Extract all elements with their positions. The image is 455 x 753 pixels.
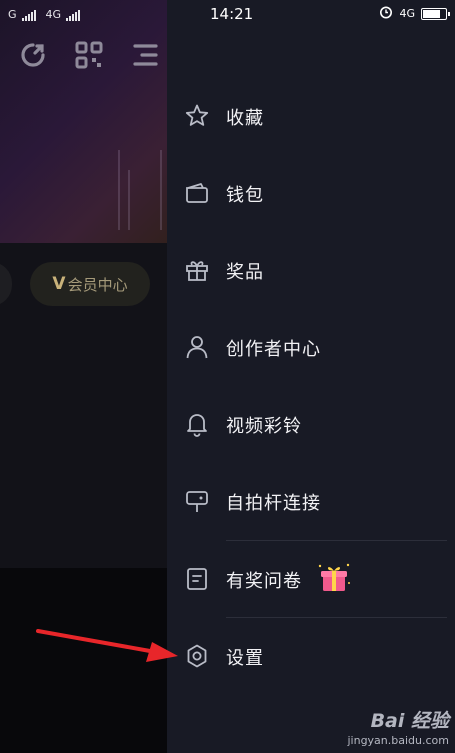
drawer-divider xyxy=(226,617,447,618)
vip-badge-icon: V xyxy=(52,274,66,294)
network-4g-label: 4G xyxy=(45,8,62,21)
watermark-logo: Bai 经验 xyxy=(370,710,449,732)
drawer-item-label: 有奖问卷 xyxy=(226,571,302,592)
selfie-stick-icon xyxy=(184,488,210,514)
drawer-item-wallet[interactable]: 钱包 xyxy=(167,163,455,223)
alarm-icon xyxy=(379,5,393,22)
gift-icon xyxy=(184,257,210,283)
drawer-item-creator-center[interactable]: 创作者中心 xyxy=(167,317,455,377)
drawer-item-label: 奖品 xyxy=(226,262,264,283)
vip-center-button[interactable]: V 会员中心 xyxy=(30,262,150,306)
drawer-item-prizes[interactable]: 奖品 xyxy=(167,240,455,300)
drawer-item-label: 设置 xyxy=(226,648,264,669)
drawer-divider xyxy=(226,540,447,541)
qr-code-icon[interactable] xyxy=(74,40,104,70)
drawer-item-survey[interactable]: 有奖问卷 xyxy=(167,549,455,609)
status-bar: G 4G 14:21 4G xyxy=(0,0,455,30)
side-drawer: 收藏 钱包 奖品 创作者中心 视频彩铃 自拍杆连接 有奖问卷 设置 xyxy=(167,0,455,753)
drawer-item-selfie-stick[interactable]: 自拍杆连接 xyxy=(167,471,455,531)
refresh-icon[interactable] xyxy=(18,40,48,70)
drawer-item-favorites[interactable]: 收藏 xyxy=(167,86,455,146)
battery-level xyxy=(423,9,440,18)
survey-icon xyxy=(184,566,210,592)
drawer-item-settings[interactable]: 设置 xyxy=(167,626,455,686)
baidu-jingyan-watermark: Bai 经验 jingyan.baidu.com xyxy=(347,706,449,747)
profile-action-pill[interactable] xyxy=(0,262,12,306)
signal-bars-icon-2 xyxy=(66,10,81,21)
menu-icon[interactable] xyxy=(130,40,160,70)
banner-decoration xyxy=(118,150,162,230)
drawer-item-video-ringtone[interactable]: 视频彩铃 xyxy=(167,394,455,454)
signal-indicators: G 4G xyxy=(8,8,81,21)
drawer-item-label: 钱包 xyxy=(226,185,264,206)
carrier-g-label: G xyxy=(8,8,17,21)
clock: 14:21 xyxy=(210,5,254,23)
profile-banner xyxy=(0,0,167,243)
battery-icon xyxy=(421,7,450,20)
watermark-url: jingyan.baidu.com xyxy=(347,734,449,747)
star-icon xyxy=(184,103,210,129)
drawer-item-label: 收藏 xyxy=(226,108,264,129)
signal-bars-icon xyxy=(21,10,36,21)
drawer-item-label: 创作者中心 xyxy=(226,339,321,360)
vip-center-label: 会员中心 xyxy=(67,275,128,294)
status-right-icons: 4G xyxy=(379,5,450,22)
drawer-item-label: 视频彩铃 xyxy=(226,416,302,437)
network-label: 4G xyxy=(399,7,415,20)
wallet-icon xyxy=(184,180,210,206)
bell-icon xyxy=(184,411,210,437)
user-icon xyxy=(184,334,210,360)
drawer-item-label: 自拍杆连接 xyxy=(226,493,321,514)
gift-box-badge-icon xyxy=(317,561,351,595)
annotation-arrow-icon xyxy=(36,629,178,662)
banner-decoration-line xyxy=(128,170,130,230)
